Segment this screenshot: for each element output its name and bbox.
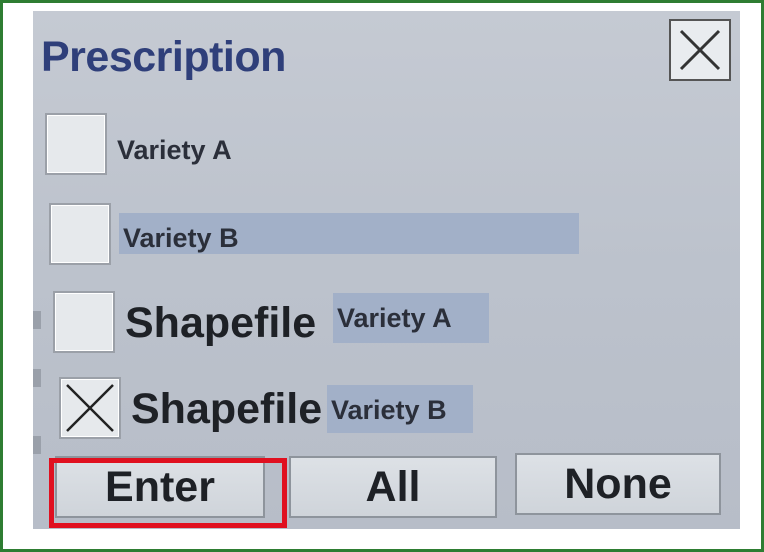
none-button[interactable]: None	[515, 453, 721, 515]
checkmark-x-icon	[66, 384, 114, 432]
all-button[interactable]: All	[289, 456, 497, 518]
option-prefix: Shapefile	[131, 385, 323, 433]
option-row-variety-a: Variety A	[33, 111, 740, 191]
option-row-shapefile-variety-b: Shapefile Variety B	[33, 375, 740, 455]
close-x-icon	[679, 29, 721, 71]
enter-button[interactable]: Enter	[55, 456, 265, 518]
photo-frame: Prescription Variety A Variety B Shapefi…	[0, 0, 764, 552]
checkbox-shapefile-variety-a[interactable]	[53, 291, 115, 353]
option-label: Variety A	[117, 135, 232, 165]
option-label: Variety B	[119, 213, 579, 254]
option-row-shapefile-variety-a: Shapefile Variety A	[33, 289, 740, 369]
option-prefix: Shapefile	[125, 299, 317, 347]
checkbox-shapefile-variety-b[interactable]	[59, 377, 121, 439]
close-button[interactable]	[669, 19, 731, 81]
option-row-variety-b: Variety B	[33, 201, 740, 281]
prescription-dialog: Prescription Variety A Variety B Shapefi…	[33, 11, 740, 529]
checkbox-variety-b[interactable]	[49, 203, 111, 265]
checkbox-variety-a[interactable]	[45, 113, 107, 175]
option-label: Variety A	[333, 293, 489, 343]
option-label: Variety B	[327, 385, 473, 433]
dialog-title: Prescription	[41, 33, 286, 81]
